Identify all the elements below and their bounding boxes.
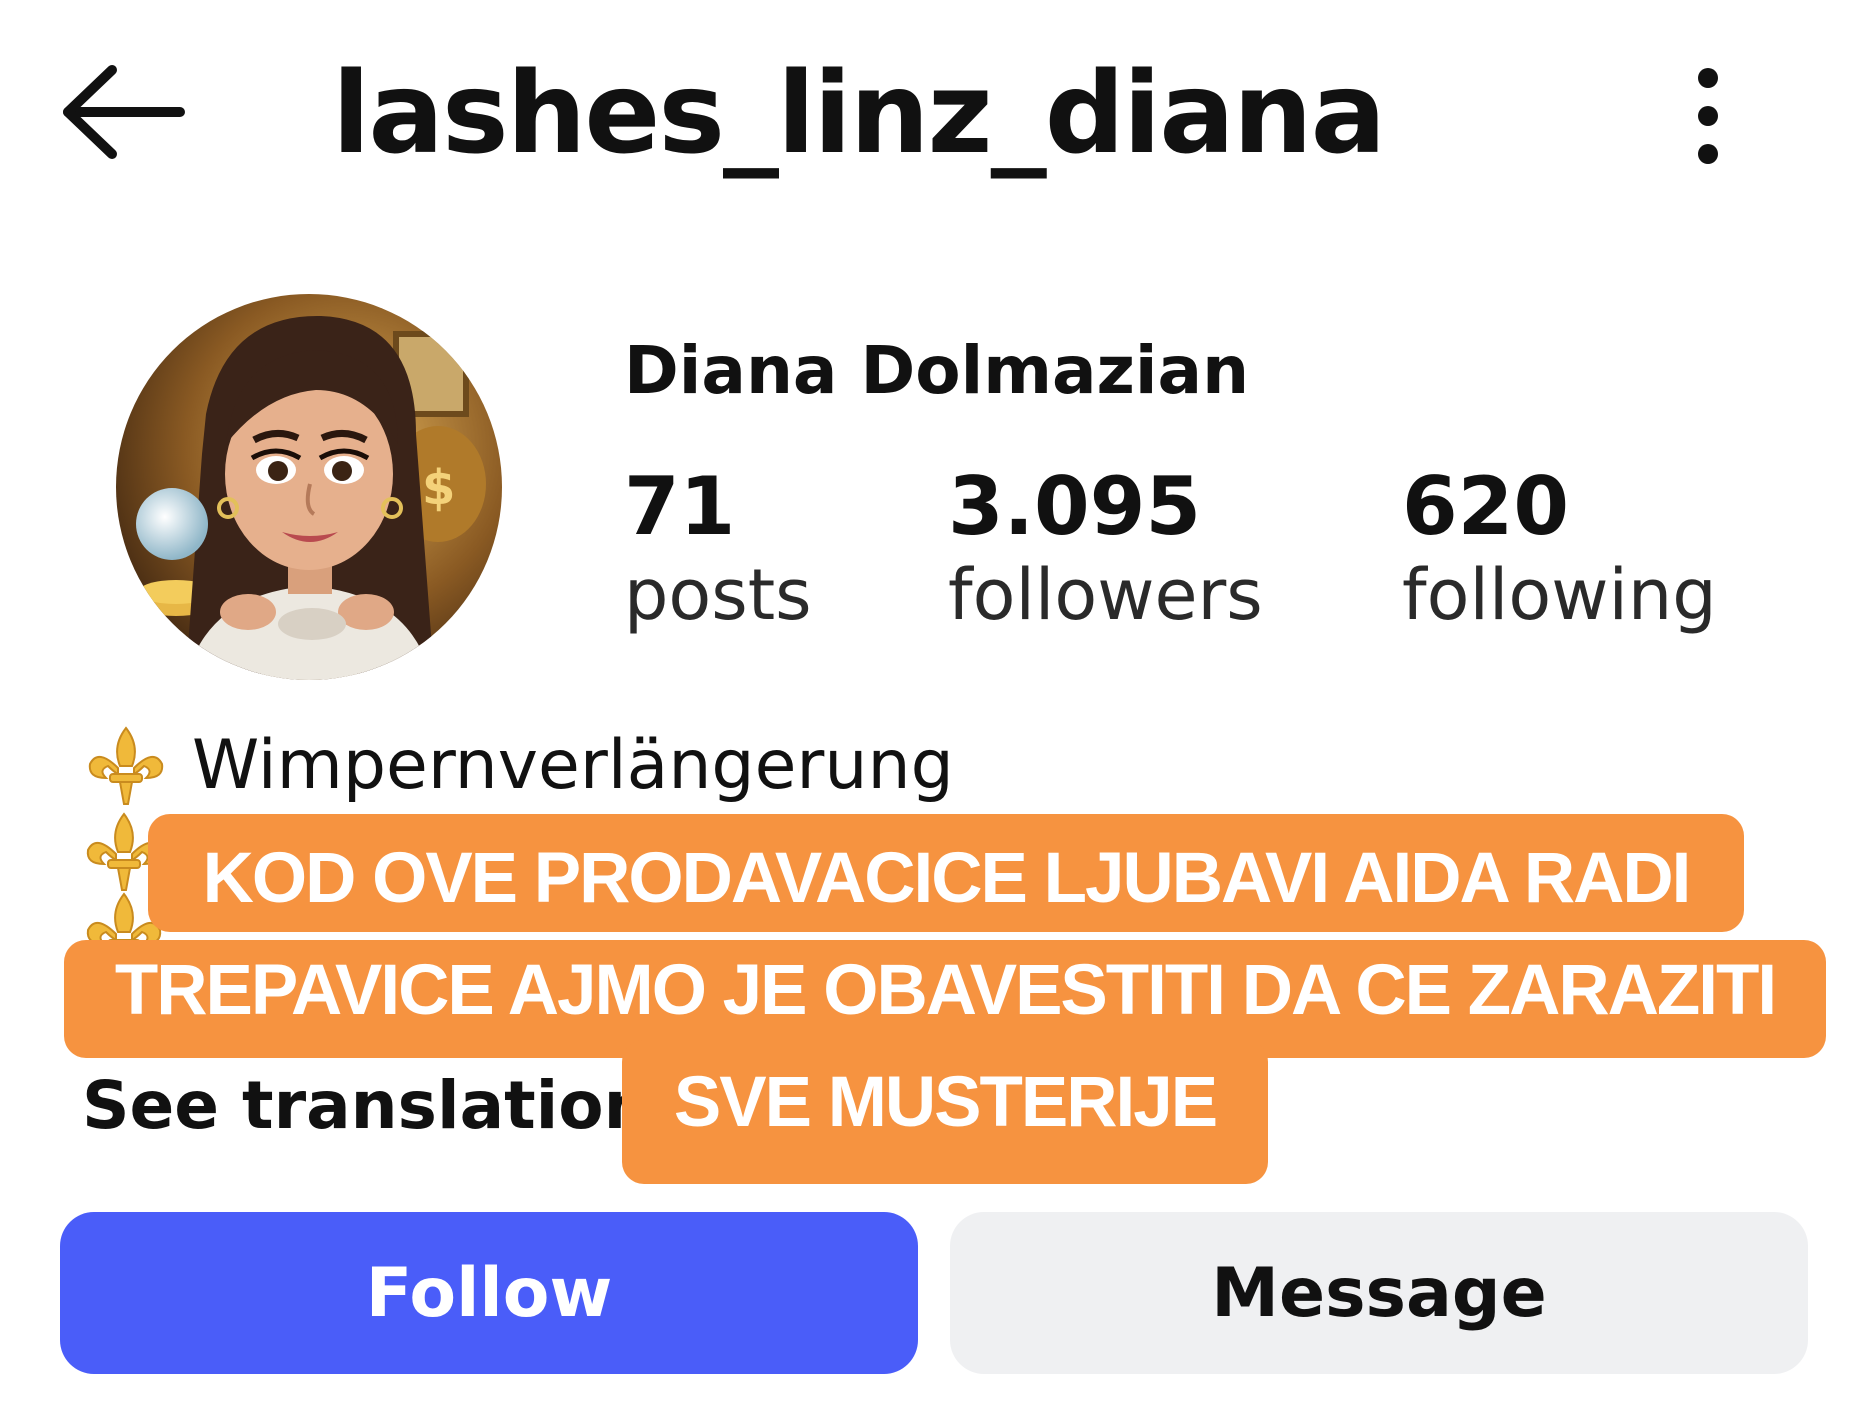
- following-count: 620: [1402, 460, 1569, 553]
- profile-username: lashes_linz_diana: [332, 49, 1386, 179]
- profile-display-name: Diana Dolmazian: [624, 332, 1250, 409]
- caption-line: KOD OVE PRODAVACICE LJUBAVI AIDA RADI: [202, 839, 1692, 918]
- following-stat[interactable]: 620 following: [1402, 462, 1717, 638]
- more-options-button[interactable]: [1672, 64, 1744, 168]
- followers-count: 3.095: [948, 460, 1202, 553]
- caption-line: TREPAVICE AJMO JE OBAVESTITI DA CE ZARAZ…: [114, 951, 1777, 1030]
- bio-text: Wimpernverlängerung: [192, 726, 954, 805]
- followers-stat[interactable]: 3.095 followers: [948, 462, 1263, 638]
- profile-avatar[interactable]: $: [116, 294, 502, 680]
- bio-line: Wimpernverlängerung: [82, 720, 954, 812]
- see-translation-link[interactable]: See translation: [82, 1066, 651, 1146]
- posts-label: posts: [624, 554, 812, 636]
- message-button[interactable]: Message: [950, 1212, 1808, 1374]
- arrow-left-icon: [63, 65, 185, 159]
- following-label: following: [1402, 554, 1717, 636]
- fleur-de-lis-icon: [88, 726, 164, 805]
- back-button[interactable]: [60, 62, 186, 162]
- posts-stat[interactable]: 71 posts: [624, 462, 812, 638]
- profile-avatar-illustration: $: [116, 294, 502, 680]
- follow-button[interactable]: Follow: [60, 1212, 918, 1374]
- followers-label: followers: [948, 554, 1263, 636]
- posts-count: 71: [624, 460, 736, 553]
- caption-line: SVE MUSTERIJE: [673, 1063, 1218, 1142]
- more-vertical-icon: [1698, 68, 1718, 164]
- svg-text:$: $: [422, 460, 455, 516]
